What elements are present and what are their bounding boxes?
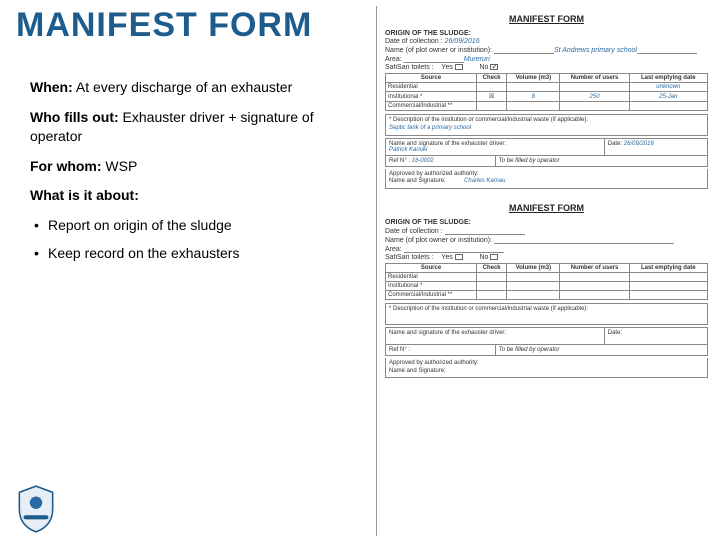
yes-checkbox <box>455 64 463 70</box>
approved-name: Charles Kamau <box>464 178 505 184</box>
th-users: Number of users <box>560 74 629 83</box>
date-value: 26/09/2016 <box>445 38 480 45</box>
date2-label: Date: <box>608 330 622 336</box>
driver-value: Patrick Kariuki <box>389 147 427 153</box>
driver-label: Name and signature of the exhauster driv… <box>389 330 506 336</box>
approved-label: Approved by authorized authority: <box>389 360 479 366</box>
form-preview: MANIFEST FORM ORIGIN OF THE SLUDGE: Date… <box>376 6 714 536</box>
when-label: When: <box>30 79 73 95</box>
table-row: Residential <box>386 273 708 282</box>
ref-hint: To be filled by operator <box>496 345 707 355</box>
date2-value: 26/09/2016 <box>624 141 654 147</box>
bullet-item: Report on origin of the sludge <box>34 216 340 236</box>
yes-checkbox <box>455 254 463 260</box>
origin-heading: ORIGIN OF THE SLUDGE: <box>385 219 708 226</box>
area-value: Mureruri <box>464 56 490 63</box>
date2-label: Date: <box>608 141 622 147</box>
row-label: Commercial/Industrial ** <box>386 102 477 111</box>
ref-hint: To be filled by operator <box>496 156 707 166</box>
name-label: Name (of plot owner or institution): <box>385 47 494 54</box>
form-heading: MANIFEST FORM <box>385 14 708 24</box>
row-label: Institutional * <box>386 92 477 102</box>
no-label: No <box>479 254 488 261</box>
table-row: Commercial/Industrial ** <box>386 102 708 111</box>
name-value: St Andrews primary school <box>554 47 637 54</box>
ref-row: Ref N° : 16-0002 To be filled by operato… <box>385 156 708 167</box>
when-text: At every discharge of an exhauster <box>73 79 292 95</box>
namesig-label: Name and Signature: <box>389 368 446 374</box>
area-label: Area: <box>385 56 402 63</box>
approved-box-blank: Approved by authorized authority: Name a… <box>385 358 708 379</box>
ref-label: Ref N° : <box>389 158 410 164</box>
ref-row-blank: Ref N° : To be filled by operator <box>385 345 708 356</box>
table-row: Institutional * ☒ 8 250 25-Jan <box>386 92 708 102</box>
who-label: Who fills out: <box>30 109 119 125</box>
page-title: MANIFEST FORM <box>16 6 312 45</box>
no-checkbox <box>490 64 498 70</box>
desc-label: * Description of the institution or comm… <box>389 117 588 123</box>
th-last: Last emptying date <box>629 74 707 83</box>
th-vol: Volume (m3) <box>507 74 560 83</box>
toilets-label: SafiSan toilets : <box>385 64 434 71</box>
form-filled: MANIFEST FORM ORIGIN OF THE SLUDGE: Date… <box>385 14 708 189</box>
desc-box: * Description of the institution or comm… <box>385 114 708 136</box>
th-check: Check <box>477 74 507 83</box>
desc-value: Septic tank of a primary school <box>389 125 471 131</box>
yes-label: Yes <box>441 254 452 261</box>
no-label: No <box>479 64 488 71</box>
source-table-blank: Source Check Volume (m3) Number of users… <box>385 263 708 300</box>
forwhom-text: WSP <box>102 158 138 174</box>
approved-label: Approved by authorized authority: <box>389 171 479 177</box>
logo-badge <box>14 484 58 534</box>
date-label: Date of collection : <box>385 228 443 235</box>
toilets-label: SafiSan toilets : <box>385 254 434 261</box>
desc-label: * Description of the institution or comm… <box>389 306 588 312</box>
th-source: Source <box>386 74 477 83</box>
table-row: Commercial/Industrial ** <box>386 291 708 300</box>
table-row: Institutional * <box>386 282 708 291</box>
table-row: Residential unknown <box>386 83 708 92</box>
namesig-label: Name and Signature: <box>389 178 446 184</box>
forwhom-label: For whom: <box>30 158 102 174</box>
date-label: Date of collection : <box>385 38 443 45</box>
driver-row-blank: Name and signature of the exhauster driv… <box>385 327 708 345</box>
approved-box: Approved by authorized authority: Name a… <box>385 169 708 190</box>
ref-label: Ref N° : <box>389 347 410 353</box>
form-heading: MANIFEST FORM <box>385 203 708 213</box>
bullet-item: Keep record on the exhausters <box>34 244 340 264</box>
yes-label: Yes <box>441 64 452 71</box>
area-label: Area: <box>385 246 402 253</box>
row-label: Residential <box>386 83 477 92</box>
name-label: Name (of plot owner or institution): <box>385 237 494 244</box>
desc-box-blank: * Description of the institution or comm… <box>385 303 708 325</box>
origin-heading: ORIGIN OF THE SLUDGE: <box>385 30 708 37</box>
form-blank: MANIFEST FORM ORIGIN OF THE SLUDGE: Date… <box>385 203 708 378</box>
driver-row: Name and signature of the exhauster driv… <box>385 138 708 156</box>
no-checkbox <box>490 254 498 260</box>
source-table: Source Check Volume (m3) Number of users… <box>385 73 708 111</box>
left-description: When: At every discharge of an exhauster… <box>30 78 340 271</box>
what-label: What is it about: <box>30 187 139 203</box>
ref-value: 16-0002 <box>412 158 434 164</box>
